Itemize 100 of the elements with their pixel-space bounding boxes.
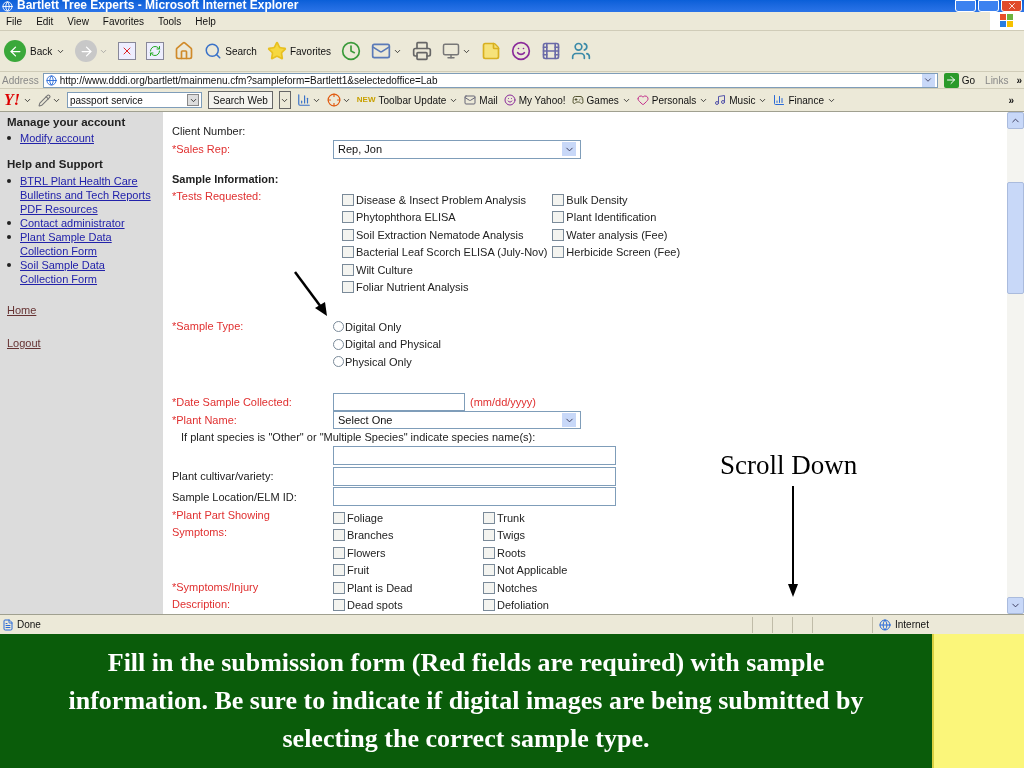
sidebar-link[interactable]: Home bbox=[7, 301, 37, 318]
minimize-button[interactable] bbox=[955, 0, 976, 12]
checkbox[interactable] bbox=[552, 228, 565, 241]
checkbox[interactable] bbox=[342, 211, 354, 224]
toolbar-menu-button[interactable]: Music bbox=[714, 92, 768, 108]
location-field[interactable] bbox=[333, 487, 616, 507]
checkbox-label: Wilt Culture bbox=[356, 262, 413, 278]
date-field[interactable] bbox=[333, 392, 465, 411]
menu-item[interactable]: Help bbox=[195, 13, 216, 29]
radio-button[interactable] bbox=[333, 338, 344, 350]
checkbox[interactable] bbox=[552, 193, 565, 206]
favorites-button[interactable]: Favorites bbox=[266, 41, 332, 61]
sidebar-link[interactable]: Soil Sample Data Collection Form bbox=[20, 257, 156, 286]
search-web-button[interactable]: Search Web bbox=[208, 91, 273, 109]
toolbar-menu-button[interactable]: Mail bbox=[464, 92, 498, 108]
sidebar-link[interactable]: BTRL Plant Health Care Bulletins and Tech Reports PDF Resources bbox=[20, 173, 156, 216]
window-menu-button[interactable] bbox=[296, 93, 321, 107]
radio-button[interactable] bbox=[333, 321, 344, 333]
toolbar-menu-button[interactable]: Personals bbox=[636, 92, 709, 108]
checkbox-label: Bulk Density bbox=[566, 192, 628, 208]
menu-item[interactable]: Tools bbox=[158, 13, 182, 29]
menu-item[interactable]: View bbox=[67, 13, 89, 29]
checkbox[interactable] bbox=[333, 564, 345, 577]
toolbar-menu-button[interactable]: NEW Toolbar Update bbox=[356, 92, 459, 108]
checkbox[interactable] bbox=[552, 246, 565, 259]
media-button[interactable] bbox=[541, 41, 562, 61]
species-name-field[interactable] bbox=[333, 446, 616, 466]
checkbox-label: Dead spots bbox=[347, 598, 403, 613]
field-label: Plant cultivar/variety: bbox=[172, 469, 275, 485]
radio-button[interactable] bbox=[333, 356, 344, 368]
checkbox[interactable] bbox=[333, 511, 345, 524]
checkbox[interactable] bbox=[342, 246, 354, 259]
scrollbar-thumb[interactable] bbox=[1007, 182, 1024, 294]
plant-name-select[interactable]: Select One bbox=[333, 411, 581, 430]
checkbox[interactable] bbox=[483, 599, 495, 612]
checkbox[interactable] bbox=[333, 599, 345, 612]
checkbox[interactable] bbox=[483, 546, 495, 559]
checkbox[interactable] bbox=[552, 211, 565, 224]
checkbox[interactable] bbox=[342, 193, 354, 206]
page-icon bbox=[2, 618, 14, 631]
menu-item[interactable]: Favorites bbox=[102, 13, 144, 29]
smiley-icon bbox=[511, 41, 532, 61]
sidebar-link[interactable]: Modify account bbox=[20, 131, 94, 146]
zone-text: Internet bbox=[895, 618, 929, 632]
toolbar-menu-button[interactable]: Finance bbox=[773, 92, 836, 108]
checkbox-label: Trunk bbox=[497, 510, 525, 526]
sidebar-link[interactable]: Contact administrator bbox=[20, 215, 125, 230]
note-icon bbox=[481, 41, 502, 61]
scroll-down-button[interactable] bbox=[1007, 597, 1024, 614]
pencil-menu-button[interactable] bbox=[38, 93, 61, 107]
more-button[interactable]: » bbox=[1016, 72, 1022, 88]
go-button[interactable]: Go bbox=[941, 72, 978, 88]
checkbox[interactable] bbox=[333, 581, 345, 594]
checkbox[interactable] bbox=[483, 529, 495, 542]
scrollbar[interactable] bbox=[1007, 112, 1024, 614]
print-button[interactable] bbox=[412, 41, 433, 61]
scroll-up-button[interactable] bbox=[1007, 112, 1024, 129]
field-label: Client Number: bbox=[172, 124, 247, 139]
sidebar-link[interactable]: Logout bbox=[7, 335, 41, 352]
checkbox[interactable] bbox=[342, 228, 354, 241]
checkbox[interactable] bbox=[342, 263, 354, 276]
checkbox[interactable] bbox=[483, 511, 495, 524]
maximize-button[interactable] bbox=[978, 0, 999, 12]
checkbox[interactable] bbox=[483, 581, 495, 594]
home-button[interactable] bbox=[174, 41, 195, 61]
search-button[interactable]: Search bbox=[204, 42, 257, 60]
menu-item[interactable]: Edit bbox=[36, 13, 54, 29]
browser-icon bbox=[2, 0, 13, 12]
checkbox-label: Soil Extraction Nematode Analysis bbox=[356, 227, 524, 243]
close-button[interactable] bbox=[1001, 0, 1022, 12]
yahoo-menu-button[interactable]: Y! bbox=[4, 92, 32, 108]
sales-rep-select[interactable]: Rep, Jon bbox=[333, 139, 581, 159]
messenger-button[interactable] bbox=[511, 41, 532, 61]
target-menu-button[interactable] bbox=[326, 93, 351, 107]
back-button[interactable]: Back bbox=[4, 40, 66, 62]
toolbar-menu-button[interactable]: My Yahoo! bbox=[503, 92, 566, 108]
sidebar-heading: Manage your account bbox=[7, 115, 127, 130]
checkbox[interactable] bbox=[342, 281, 354, 294]
field-label: *Plant Name: bbox=[172, 412, 238, 428]
checkbox[interactable] bbox=[333, 529, 345, 542]
dropdown-button[interactable] bbox=[278, 91, 291, 109]
sidebar-link[interactable]: Plant Sample Data Collection Form bbox=[20, 229, 156, 258]
mail-button[interactable] bbox=[371, 41, 403, 61]
menu-item[interactable]: File bbox=[6, 13, 23, 29]
search-field[interactable]: passport service bbox=[67, 92, 202, 108]
checkbox[interactable] bbox=[483, 564, 495, 577]
bullet-icon bbox=[7, 234, 11, 239]
stop-button[interactable] bbox=[118, 42, 137, 60]
toolbar-menu-button[interactable]: Games bbox=[571, 92, 631, 108]
bullet-icon bbox=[7, 220, 11, 225]
refresh-button[interactable] bbox=[146, 42, 165, 60]
address-field[interactable]: http://www.dddi.org/bartlett/mainmenu.cfm?sampleform=Bartlett1&selectedoffice=Lab bbox=[42, 72, 938, 88]
more-button[interactable]: » bbox=[1008, 92, 1020, 108]
edit-button[interactable] bbox=[442, 42, 472, 60]
history-button[interactable] bbox=[341, 41, 362, 61]
search-icon bbox=[204, 42, 223, 60]
checkbox[interactable] bbox=[333, 546, 345, 559]
monitor-icon bbox=[442, 42, 461, 60]
contacts-button[interactable] bbox=[571, 41, 592, 61]
cultivar-field[interactable] bbox=[333, 467, 616, 487]
